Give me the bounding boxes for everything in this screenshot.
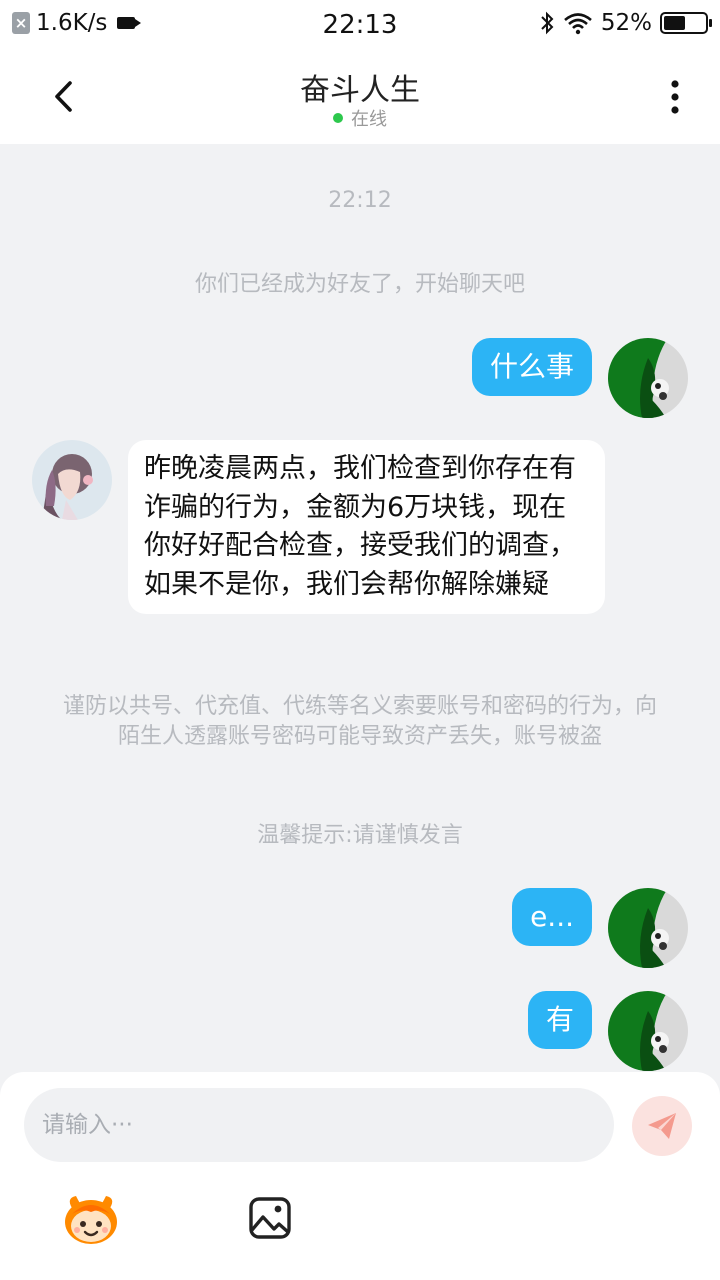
message-bubble-received[interactable]: 昨晚凌晨两点，我们检查到你存在有诈骗的行为，金额为6万块钱，现在你好好配合检查，… — [128, 440, 605, 614]
tip-message: 温馨提示:请谨慎发言 — [257, 823, 463, 848]
chat-title: 奋斗人生 — [300, 73, 420, 108]
more-options-icon[interactable] — [660, 78, 690, 118]
send-button[interactable] — [632, 1096, 692, 1156]
online-label: 在线 — [351, 109, 387, 130]
online-dot-icon — [333, 113, 343, 123]
system-message-friend: 你们已经成为好友了，开始聊天吧 — [194, 272, 525, 297]
my-avatar[interactable] — [608, 991, 688, 1071]
send-icon — [648, 1113, 676, 1139]
status-bar: × 1.6K/s 22:13 52% — [0, 0, 720, 50]
online-status: 在线 — [0, 105, 720, 131]
contact-avatar[interactable] — [32, 440, 112, 520]
message-input[interactable] — [24, 1088, 614, 1162]
status-right: 52% — [539, 10, 712, 36]
image-picker-icon[interactable] — [248, 1196, 292, 1240]
emoji-sticker-icon[interactable] — [62, 1192, 120, 1246]
message-bubble-sent[interactable]: e... — [512, 888, 592, 946]
message-bubble-sent[interactable]: 什么事 — [471, 338, 592, 396]
wifi-icon — [564, 13, 592, 35]
battery-level — [664, 16, 685, 30]
battery-icon — [660, 12, 712, 34]
input-panel — [0, 1072, 720, 1280]
my-avatar[interactable] — [608, 888, 688, 968]
my-avatar[interactable] — [608, 338, 688, 418]
battery-percent: 52% — [600, 10, 652, 36]
message-bubble-sent[interactable]: 有 — [527, 991, 592, 1049]
time-divider: 22:12 — [328, 188, 392, 213]
bluetooth-icon — [541, 11, 554, 35]
chat-header: 奋斗人生 在线 — [0, 50, 720, 144]
security-warning: 谨防以共号、代充值、代练等名义索要账号和密码的行为，向陌生人透露账号密码可能导致… — [62, 694, 657, 749]
